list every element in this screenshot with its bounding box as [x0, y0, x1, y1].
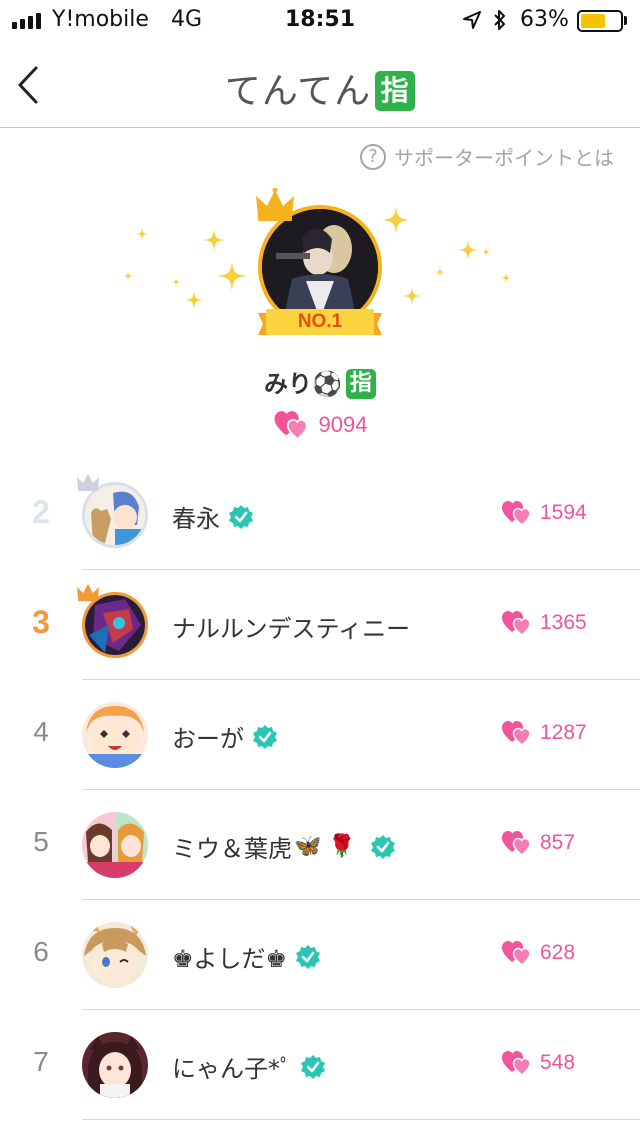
verified-badge-icon — [253, 724, 277, 749]
avatar-image — [82, 922, 148, 988]
hearts-icon — [274, 411, 308, 440]
verified-badge-icon — [229, 504, 253, 529]
points: 1594 — [502, 500, 587, 526]
user-name: 春永 — [172, 499, 254, 534]
list-item[interactable]: 5 ミウ＆葉虎 🦋 🌹 857 — [0, 790, 640, 900]
avatar[interactable] — [82, 702, 148, 768]
page-title: てんてん指 — [0, 62, 640, 114]
page-title-text: てんてん — [224, 71, 372, 112]
avatar-image — [85, 595, 145, 655]
help-link-label: サポーターポイントとは — [394, 146, 614, 170]
hearts-icon — [502, 1051, 531, 1076]
user-name-text: ミウ＆葉虎 — [172, 835, 292, 863]
user-name: おーが — [172, 719, 278, 754]
user-name: にゃん子*ﾟ — [172, 1049, 326, 1084]
avatar[interactable] — [82, 812, 148, 878]
verified-badge-icon — [296, 944, 321, 969]
points: 548 — [502, 1050, 575, 1076]
avatar-image — [82, 812, 148, 878]
battery-level-fill — [581, 14, 605, 28]
hearts-icon — [502, 941, 531, 966]
user-name: ミウ＆葉虎 🦋 🌹 — [172, 829, 396, 864]
question-circle-icon: ? — [360, 143, 386, 170]
verified-badge-icon — [301, 1054, 325, 1079]
verified-badge-icon — [370, 834, 395, 859]
list-item[interactable]: 4 おーが 1287 — [0, 680, 640, 790]
user-name: ナルルンデスティニー — [172, 609, 410, 644]
avatar-image — [85, 485, 145, 545]
points-value: 548 — [540, 1051, 576, 1074]
rank-number: 2 — [32, 494, 50, 530]
rank-number: 3 — [32, 604, 50, 640]
list-item[interactable]: 3 ナルルンデスティニー 1365 — [0, 570, 640, 680]
supporter-points-help-link[interactable]: ? サポーターポイントとは — [360, 142, 614, 171]
silver-crown-icon — [77, 474, 99, 491]
bluetooth-icon — [494, 10, 505, 30]
list-item[interactable]: 2 春永 1594 — [0, 460, 640, 570]
points: 1287 — [502, 720, 587, 746]
rank-number: 5 — [33, 826, 49, 857]
butterfly-rose-emoji: 🦋 🌹 — [294, 834, 356, 859]
top-supporter-points: 9094 — [0, 410, 640, 440]
finger-badge-icon: 指 — [375, 71, 416, 111]
points-value: 857 — [540, 831, 576, 854]
points-value: 1365 — [540, 611, 587, 634]
status-bar: Y!mobile 4G 18:51 63% — [0, 0, 640, 40]
rank-ribbon-label: NO.1 — [297, 311, 343, 332]
hearts-icon — [502, 611, 531, 636]
points: 628 — [502, 940, 575, 966]
supporter-ranking-list: 2 春永 1594 3 ナルルンデスティニー 1365 4 おーが 1287 5… — [0, 460, 640, 1120]
battery-cap — [624, 16, 627, 25]
top-supporter-points-value: 9094 — [318, 412, 368, 437]
user-name-text: おーが — [172, 725, 244, 753]
navigation-bar: てんてん指 — [0, 40, 640, 128]
user-name-text: ナルルンデスティニー — [172, 615, 411, 643]
avatar[interactable] — [82, 1032, 148, 1098]
battery-percent: 63% — [520, 7, 569, 32]
user-name-text: 春永 — [172, 505, 220, 533]
user-name: ♚よしだ♚ — [172, 939, 321, 974]
points-value: 628 — [540, 941, 576, 964]
rank-number: 7 — [33, 1046, 49, 1077]
points: 1365 — [502, 610, 587, 636]
bronze-crown-icon — [77, 584, 99, 601]
top-supporter-name-text: みり — [264, 370, 313, 398]
list-item[interactable]: 7 にゃん子*ﾟ 548 — [0, 1010, 640, 1120]
avatar[interactable] — [82, 922, 148, 988]
hearts-icon — [502, 721, 531, 746]
battery-icon — [577, 10, 623, 32]
top-supporter-name[interactable]: みり⚽ 指 — [0, 364, 640, 399]
points: 857 — [502, 830, 575, 856]
avatar-image — [82, 1032, 148, 1098]
user-name-text: にゃん子*ﾟ — [172, 1055, 292, 1083]
list-item[interactable]: 6 ♚よしだ♚ 628 — [0, 900, 640, 1010]
avatar-image — [82, 702, 148, 768]
hearts-icon — [502, 501, 531, 526]
points-value: 1287 — [540, 721, 587, 744]
finger-badge-icon: 指 — [345, 369, 376, 399]
soccer-ball-emoji: ⚽ — [312, 370, 342, 398]
points-value: 1594 — [540, 501, 587, 524]
location-arrow-icon — [463, 11, 481, 29]
hearts-icon — [502, 831, 531, 856]
rank-number: 6 — [33, 936, 49, 967]
gold-crown-icon — [256, 188, 294, 221]
user-name-text: ♚よしだ♚ — [172, 945, 288, 973]
rank-number: 4 — [33, 716, 49, 747]
